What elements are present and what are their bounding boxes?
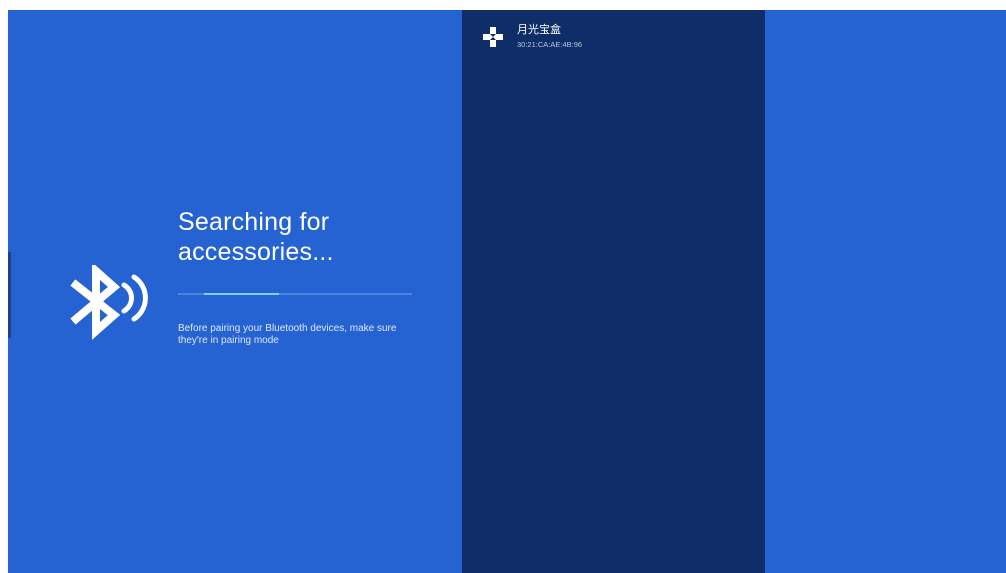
left-edge-marker (8, 252, 11, 338)
device-mac-address: 30:21:CA:AE:4B:96 (517, 40, 583, 49)
bluetooth-pairing-screen: Searching for accessories... Before pair… (8, 10, 1006, 573)
pairing-hint: Before pairing your Bluetooth devices, m… (178, 323, 397, 346)
search-progress-bar (178, 293, 412, 295)
bluetooth-searching-icon (70, 265, 148, 340)
search-title-line-1: Searching for (178, 208, 330, 236)
device-name: 月光宝盒 (517, 23, 561, 36)
search-title: Searching for accessories... (178, 207, 438, 267)
device-list-item[interactable]: 月光宝盒 30:21:CA:AE:4B:96 (462, 18, 765, 58)
device-list-panel: 月光宝盒 30:21:CA:AE:4B:96 (462, 10, 765, 573)
search-title-line-2: accessories... (178, 238, 334, 266)
gamepad-icon (483, 27, 503, 47)
search-progress-fill (204, 293, 279, 295)
